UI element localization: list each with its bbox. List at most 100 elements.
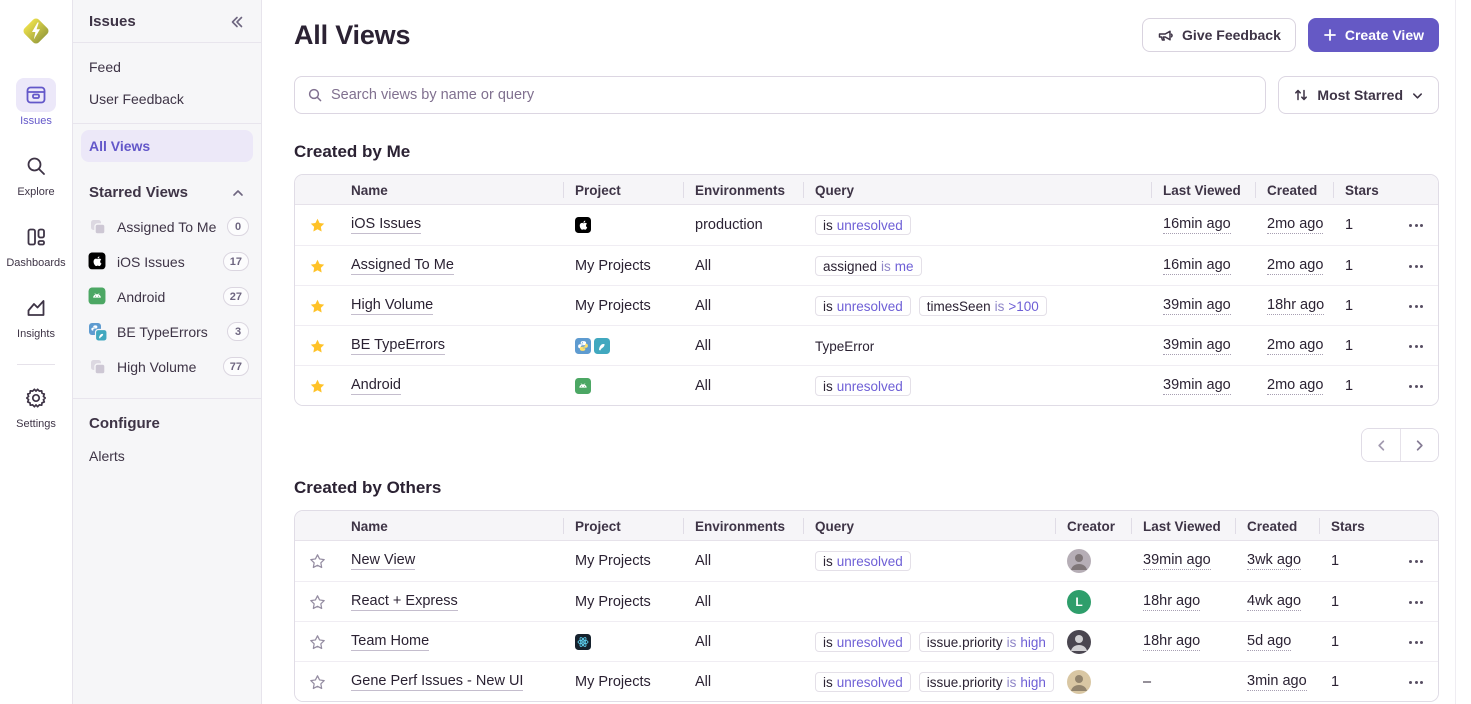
starred-view-item[interactable]: Android27 (73, 279, 261, 314)
row-menu-button[interactable] (1391, 205, 1439, 245)
view-row: BE TypeErrorsAllTypeError39min ago2mo ag… (295, 325, 1438, 365)
sidebar-item-user-feedback[interactable]: User Feedback (73, 83, 261, 115)
apple-project-icon (575, 217, 591, 233)
issue-count-badge: 27 (223, 287, 249, 306)
query-chip: isunresolved (815, 672, 911, 692)
star-cell[interactable] (295, 662, 339, 702)
view-name-link[interactable]: New View (351, 552, 415, 570)
apple-project-icon (89, 252, 106, 269)
project-label: My Projects (575, 258, 651, 274)
view-name-link[interactable]: React + Express (351, 593, 458, 611)
previous-page-button[interactable] (1362, 429, 1400, 461)
starred-view-item[interactable]: High Volume77 (73, 349, 261, 384)
rail-item-explore[interactable]: Explore (16, 149, 56, 198)
views-search (294, 76, 1266, 114)
sort-arrows-icon (1293, 87, 1309, 103)
view-name-link[interactable]: iOS Issues (351, 216, 421, 234)
view-name-link[interactable]: Assigned To Me (351, 257, 454, 275)
star-cell[interactable] (295, 286, 339, 326)
android-project-icon (575, 378, 591, 394)
query-token: unresolved (837, 554, 903, 569)
chevron-up-icon[interactable] (231, 186, 245, 200)
ellipsis-menu-icon (1405, 379, 1427, 394)
create-view-button[interactable]: Create View (1308, 18, 1439, 52)
last-viewed: 39min ago (1163, 337, 1231, 355)
gear-icon (24, 386, 48, 410)
issue-count-badge: 17 (223, 252, 249, 271)
row-menu-button[interactable] (1391, 246, 1439, 286)
star-cell[interactable] (295, 246, 339, 286)
ellipsis-menu-icon (1405, 259, 1427, 274)
issues-sidebar: Issues Feed User Feedback All Views Star… (73, 0, 262, 704)
rail-item-issues[interactable]: Issues (16, 78, 56, 127)
starred-view-item[interactable]: iOS Issues17 (73, 244, 261, 279)
star-cell[interactable] (295, 326, 339, 366)
query-token: unresolved (837, 635, 903, 650)
android-project-icon (89, 287, 106, 304)
row-menu-button[interactable] (1391, 366, 1439, 406)
view-name-link[interactable]: High Volume (351, 297, 433, 315)
stars-count-cell: 1 (1333, 326, 1391, 366)
query-chip: isunresolved (815, 215, 911, 235)
created-time: 2mo ago (1267, 377, 1323, 395)
created-cell: 2mo ago (1255, 366, 1333, 406)
last-viewed-cell: 39min ago (1151, 326, 1255, 366)
query-cell: TypeError (803, 326, 1151, 366)
star-cell[interactable] (295, 622, 339, 662)
query-token: is (823, 379, 833, 394)
view-row: AndroidAllisunresolved39min ago2mo ago1 (295, 365, 1438, 405)
view-name-link[interactable]: Team Home (351, 633, 429, 651)
row-menu-button[interactable] (1391, 622, 1439, 662)
star-cell[interactable] (295, 205, 339, 245)
last-viewed-cell: 16min ago (1151, 246, 1255, 286)
created-time: 2mo ago (1267, 257, 1323, 275)
name-cell: React + Express (339, 582, 563, 622)
sort-dropdown[interactable]: Most Starred (1278, 76, 1439, 114)
star-cell[interactable] (295, 582, 339, 622)
sidebar-item-alerts[interactable]: Alerts (73, 440, 261, 472)
rail-label: Dashboards (6, 257, 65, 269)
query-chip: issue.priorityishigh (919, 632, 1054, 652)
sidebar-item-feed[interactable]: Feed (73, 51, 261, 83)
star-cell[interactable] (295, 366, 339, 406)
query-token: TypeError (815, 339, 874, 354)
query-cell: isunresolvedissue.priorityishigh (803, 622, 1055, 662)
star-cell[interactable] (295, 541, 339, 581)
collapse-sidebar-icon[interactable] (229, 14, 245, 30)
creator-avatar (1067, 630, 1091, 654)
view-name-link[interactable]: Android (351, 377, 401, 395)
column-header: Name (339, 175, 563, 205)
starred-view-label: Assigned To Me (117, 219, 227, 235)
search-input[interactable] (331, 87, 1253, 103)
chevron-down-icon (1411, 89, 1424, 102)
row-menu-button[interactable] (1391, 662, 1439, 702)
row-menu-button[interactable] (1391, 326, 1439, 366)
sidebar-item-all-views[interactable]: All Views (81, 130, 253, 162)
view-name-link[interactable]: Gene Perf Issues - New UI (351, 673, 523, 691)
rail-item-dashboards[interactable]: Dashboards (6, 220, 65, 269)
row-menu-button[interactable] (1391, 541, 1439, 581)
stars-count-cell: 1 (1319, 622, 1391, 662)
query-cell (803, 582, 1055, 622)
last-viewed: – (1143, 674, 1151, 690)
created-cell: 2mo ago (1255, 205, 1333, 245)
view-row: New ViewMy ProjectsAllisunresolved39min … (295, 541, 1438, 581)
rail-divider (17, 364, 55, 365)
project-cell: My Projects (563, 246, 683, 286)
view-name-link[interactable]: BE TypeErrors (351, 337, 445, 355)
row-menu-button[interactable] (1391, 286, 1439, 326)
starred-views-list: Assigned To Me0iOS Issues17Android27BE T… (73, 209, 261, 384)
next-page-button[interactable] (1400, 429, 1438, 461)
org-logo[interactable] (19, 14, 53, 48)
rail-item-settings[interactable]: Settings (16, 381, 56, 430)
ellipsis-menu-icon (1405, 595, 1427, 610)
query-chip: isunresolved (815, 296, 911, 316)
starred-view-item[interactable]: BE TypeErrors3 (73, 314, 261, 349)
starred-view-item[interactable]: Assigned To Me0 (73, 209, 261, 244)
give-feedback-button[interactable]: Give Feedback (1142, 18, 1296, 52)
row-menu-button[interactable] (1391, 582, 1439, 622)
issue-count-badge: 0 (227, 217, 249, 236)
rail-item-insights[interactable]: Insights (16, 291, 56, 340)
last-viewed-cell: 18hr ago (1131, 582, 1235, 622)
name-cell: BE TypeErrors (339, 326, 563, 366)
